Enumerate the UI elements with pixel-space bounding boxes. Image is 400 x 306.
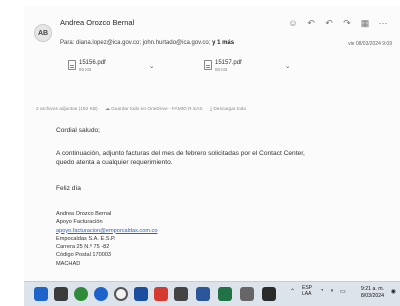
more-options-icon[interactable]: ⋯ [378,18,388,29]
attachment-size: 88 KB [215,67,228,72]
download-all-link[interactable]: Descargar todo [213,107,246,112]
taskbar: ⌃ ESP LAA ◔ ◖ ▭ 9:21 a. m. 8/03/2024 ◉ [24,281,400,306]
signature-block: Andrea Orozco Bernal Apoyo Facturación a… [56,210,157,268]
message-date: vie 08/03/2024 9:09 [348,41,392,47]
terminal-icon[interactable] [262,287,276,301]
clock-date: 8/03/2024 [360,293,384,300]
pdf-file-icon [68,60,76,70]
signature-email-link[interactable]: apoyo.facturacion@emporcaldas.com.co [56,227,157,235]
email-window: AB Andrea Orozco Bernal ☺ ↶ ↶ ↷ ▦ ⋯ Para… [24,6,400,306]
signature-city: MACHAD [56,260,81,267]
app-icon[interactable] [240,287,254,301]
word-icon[interactable] [196,287,210,301]
signature-name: Andrea Orozco Bernal [56,211,112,217]
attachment-name: 15157.pdf [215,60,242,66]
signature-address: Carrera 25 N.º 75 -82 [56,244,110,251]
outlook-icon[interactable] [134,287,148,301]
body-line-1: A continuación, adjunto facturas del mes… [56,150,305,157]
volume-icon[interactable]: ◖ [330,288,334,294]
attachment-2[interactable]: 15157.pdf 88 KB ⌄ [204,60,291,72]
browser-icon[interactable] [74,287,88,301]
attachment-count: 2 archivos adjuntos (192 KB) [36,107,98,112]
chrome-icon[interactable] [114,287,128,301]
signature-company: Empocaldas S.A. E.S.P. [56,235,116,242]
taskbar-clock[interactable]: 9:21 a. m. 8/03/2024 [361,286,384,300]
tray-chevron-icon[interactable]: ⌃ [290,288,295,295]
language-indicator[interactable]: ESP LAA [302,285,312,297]
wifi-icon[interactable]: ◔ [320,288,324,294]
file-explorer-icon[interactable] [174,287,188,301]
forward-icon[interactable]: ↷ [342,18,352,29]
chevron-down-icon[interactable]: ⌄ [285,62,291,70]
reply-all-icon[interactable]: ↶ [324,18,334,29]
signature-role: Apoyo Facturación [56,219,103,226]
message-toolbar: ☺ ↶ ↶ ↷ ▦ ⋯ [288,18,388,29]
download-icon: ⤓ [209,107,212,112]
attachment-size: 89 KB [79,67,92,72]
save-onedrive-link[interactable]: Guardar todo en OneDrive - FAMIO R.SAS [111,107,202,112]
excel-icon[interactable] [218,287,232,301]
search-icon[interactable] [54,287,68,301]
pdf-file-icon [204,60,212,70]
chevron-down-icon[interactable]: ⌄ [149,62,155,70]
notification-icon[interactable]: ◉ [391,288,396,295]
recipients-prefix: Para: [60,40,75,46]
keyboard-layout: LAA [302,291,312,297]
pdf-reader-icon[interactable] [154,287,168,301]
edge-icon[interactable] [94,287,108,301]
emoji-reaction-icon[interactable]: ☺ [288,18,298,29]
start-icon[interactable] [34,287,48,301]
attachment-1[interactable]: 15156.pdf 89 KB ⌄ [68,60,155,72]
sender-name[interactable]: Andrea Orozco Bernal [60,18,134,27]
closing: Feliz día [56,185,81,192]
attachment-name: 15156.pdf [79,60,106,66]
attachment-info-bar: 2 archivos adjuntos (192 KB) ☁ Guardar t… [36,106,246,112]
reply-icon[interactable]: ↶ [306,18,316,29]
recipients-list[interactable]: diana.lopez@ica.gov.co; john.hurtado@ica… [76,40,210,46]
cloud-icon: ☁ [104,107,110,112]
recipients-more[interactable]: y 1 más [212,40,234,46]
greeting: Cordial saludo; [56,127,100,134]
apps-icon[interactable]: ▦ [360,18,370,29]
signature-postal: Código Postal 170003 [56,252,112,259]
battery-icon[interactable]: ▭ [340,288,346,295]
body-line-2: quedo atenta a cualquier requerimiento. [56,159,173,166]
recipients-line: Para: diana.lopez@ica.gov.co; john.hurta… [60,40,234,46]
clock-time: 9:21 a. m. [360,286,384,292]
sender-avatar[interactable]: AB [34,24,52,42]
